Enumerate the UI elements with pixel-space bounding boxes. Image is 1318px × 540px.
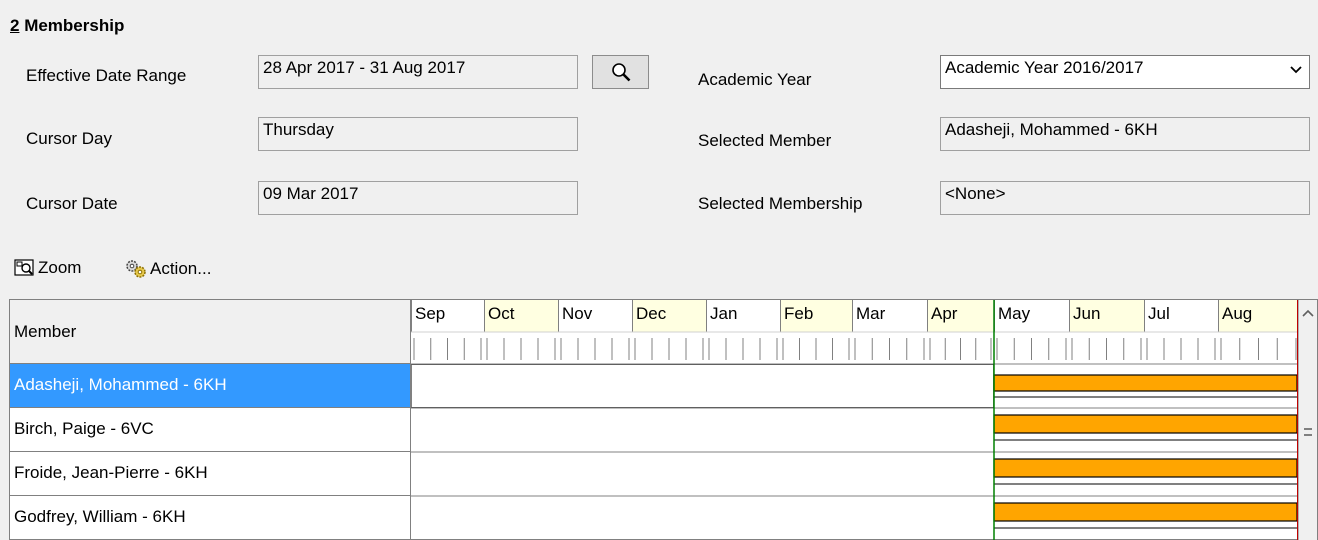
scrollbar-grip-icon	[1304, 428, 1312, 436]
membership-bar	[993, 374, 1298, 392]
academic-year-select[interactable]: Academic Year 2016/2017	[940, 55, 1310, 89]
academic-year-value: Academic Year 2016/2017	[945, 58, 1144, 77]
member-name: Birch, Paige - 6VC	[14, 419, 154, 438]
table-row[interactable]: Godfrey, William - 6KH	[10, 496, 411, 540]
table-row[interactable]: Birch, Paige - 6VC	[10, 408, 411, 452]
cursor-date-label: Cursor Date	[26, 194, 118, 213]
member-name: Godfrey, William - 6KH	[14, 507, 186, 526]
membership-bar	[993, 414, 1298, 434]
membership-bar	[993, 458, 1298, 478]
table-row[interactable]: Froide, Jean-Pierre - 6KH	[10, 452, 411, 496]
section-title-text: Membership	[19, 16, 125, 35]
member-name: Froide, Jean-Pierre - 6KH	[14, 463, 208, 482]
magnifier-icon	[611, 63, 630, 82]
vertical-scrollbar[interactable]	[1298, 300, 1317, 540]
cursor-day-field: Thursday	[258, 117, 578, 151]
cursor-day-label: Cursor Day	[26, 129, 112, 148]
zoom-icon	[14, 259, 34, 276]
table-row[interactable]: Adasheji, Mohammed - 6KH	[10, 364, 411, 408]
gears-icon	[126, 260, 146, 278]
effective-date-range-field: 28 Apr 2017 - 31 Aug 2017	[258, 55, 578, 89]
chevron-up-icon	[1302, 309, 1314, 317]
date-range-search-button[interactable]	[592, 55, 649, 89]
member-column-header[interactable]: Member	[10, 300, 411, 364]
action-label: Action...	[150, 259, 212, 278]
cursor-date-field: 09 Mar 2017	[258, 181, 578, 215]
membership-grid: Member Adasheji, Mohammed - 6KH Birch, P…	[9, 299, 1318, 540]
selected-member-label: Selected Member	[698, 131, 832, 150]
member-name: Adasheji, Mohammed - 6KH	[14, 375, 227, 394]
timeline-canvas	[411, 300, 1299, 540]
timeline[interactable]: Sep Oct Nov Dec Jan Feb Mar Apr May Jun …	[411, 300, 1299, 540]
action-button[interactable]: Action...	[124, 258, 211, 280]
selected-member-field: Adasheji, Mohammed - 6KH	[940, 117, 1310, 151]
academic-year-label: Academic Year	[698, 70, 812, 89]
membership-bar	[993, 502, 1298, 522]
effective-date-range-label: Effective Date Range	[26, 66, 187, 85]
chevron-down-icon	[1290, 66, 1302, 74]
section-title: 2 Membership	[10, 16, 124, 36]
zoom-button[interactable]: Zoom	[14, 258, 81, 278]
zoom-label: Zoom	[38, 258, 82, 277]
selected-membership-field: <None>	[940, 181, 1310, 215]
selected-membership-label: Selected Membership	[698, 194, 863, 213]
